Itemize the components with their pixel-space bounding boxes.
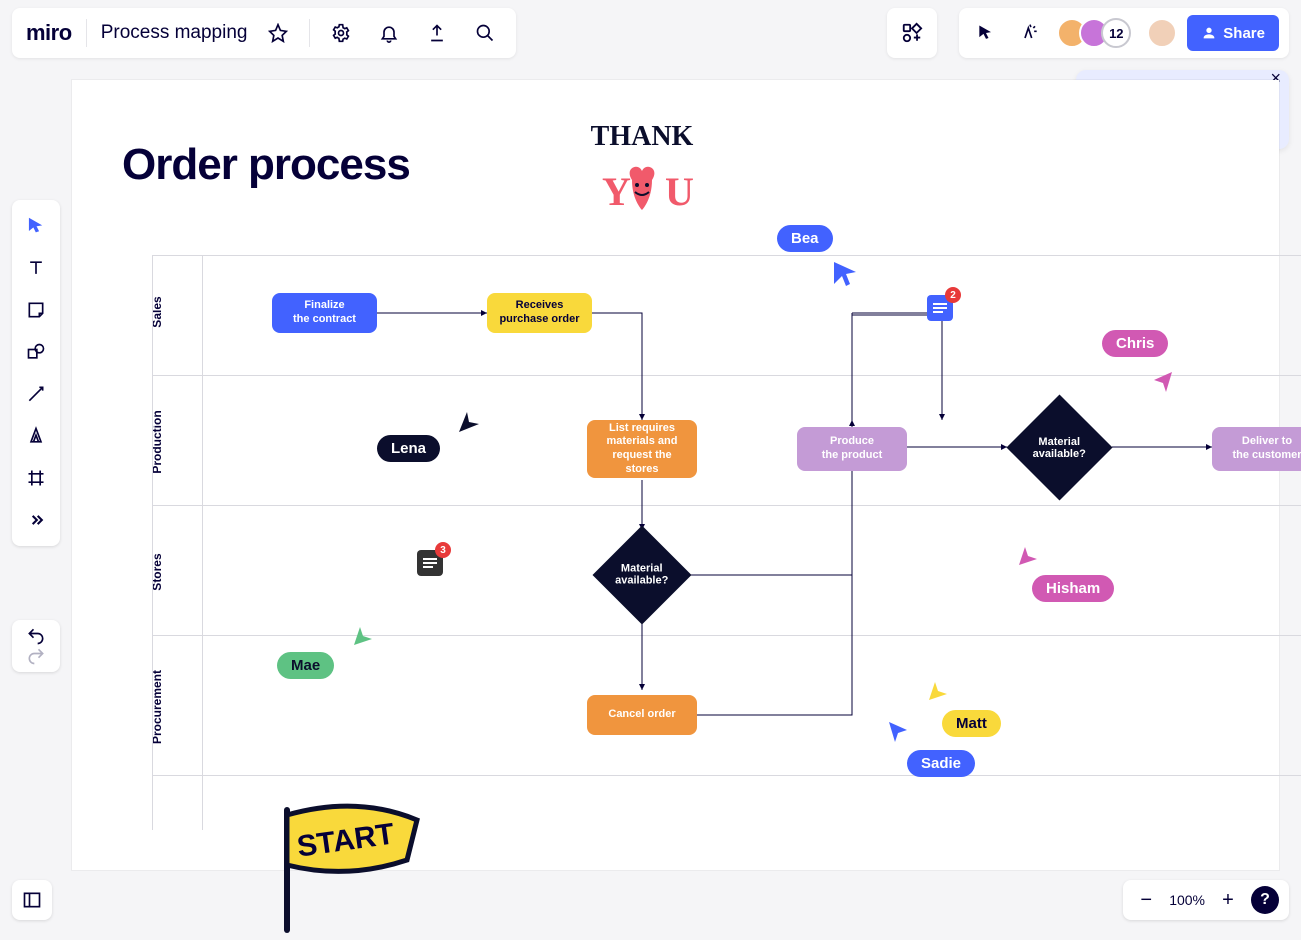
settings-icon[interactable]	[324, 16, 358, 50]
cursor-arrow-icon	[1152, 370, 1174, 392]
zoom-out-button[interactable]: −	[1133, 887, 1159, 913]
cursor-chris: Chris	[1102, 330, 1168, 357]
box-receives[interactable]: Receivespurchase order	[487, 293, 592, 333]
comment-badge[interactable]: 3	[417, 550, 443, 576]
zoom-bar: − 100% + ?	[1123, 880, 1289, 920]
svg-text:Y: Y	[602, 169, 631, 214]
comment-count: 3	[435, 542, 451, 558]
cursor-hisham: Hisham	[1032, 575, 1114, 602]
cursor-icon[interactable]	[969, 16, 1003, 50]
cursor-arrow-icon	[927, 680, 949, 702]
participant-avatars[interactable]: 12	[1057, 18, 1131, 48]
divider	[309, 19, 310, 47]
cursor-arrow-icon	[1017, 545, 1039, 567]
svg-text:U: U	[665, 169, 694, 214]
line-tool[interactable]	[16, 374, 56, 414]
share-button[interactable]: Share	[1187, 15, 1279, 51]
zoom-in-button[interactable]: +	[1215, 887, 1241, 913]
thankyou-sticker[interactable]: THANK Y U	[577, 110, 707, 230]
zoom-level[interactable]: 100%	[1169, 892, 1205, 908]
cursor-sadie: Sadie	[907, 750, 975, 777]
more-tools[interactable]	[16, 500, 56, 540]
comment-count: 2	[945, 287, 961, 303]
apps-icon[interactable]	[887, 8, 937, 58]
cursor-bea: Bea	[777, 225, 833, 252]
canvas[interactable]: Order process THANK Y U Sales Production…	[72, 80, 1279, 870]
cursor-arrow-icon	[352, 625, 374, 647]
share-label: Share	[1223, 25, 1265, 42]
topbar-left: miro Process mapping	[12, 8, 516, 58]
box-cancel[interactable]: Cancel order	[587, 695, 697, 735]
miro-logo[interactable]: miro	[26, 20, 72, 46]
divider	[86, 19, 87, 47]
export-icon[interactable]	[420, 16, 454, 50]
cursor-mae: Mae	[277, 652, 334, 679]
search-icon[interactable]	[468, 16, 502, 50]
comment-badge[interactable]: 2	[927, 295, 953, 321]
frames-panel-button[interactable]	[12, 880, 52, 920]
redo-button[interactable]	[26, 646, 46, 666]
cursor-arrow-icon	[887, 720, 909, 742]
cursor-matt: Matt	[942, 710, 1001, 737]
svg-text:THANK: THANK	[591, 121, 694, 152]
bell-icon[interactable]	[372, 16, 406, 50]
box-produce[interactable]: Producethe product	[797, 427, 907, 471]
left-toolbar	[12, 200, 60, 546]
pen-tool[interactable]	[16, 416, 56, 456]
text-tool[interactable]	[16, 248, 56, 288]
select-tool[interactable]	[16, 206, 56, 246]
user-avatar[interactable]	[1147, 18, 1177, 48]
box-list[interactable]: List requiresmaterials andrequest the st…	[587, 420, 697, 478]
box-finalize[interactable]: Finalizethe contract	[272, 293, 377, 333]
diagram-title[interactable]: Order process	[122, 140, 410, 190]
cursor-arrow-icon	[832, 260, 860, 288]
box-deliver[interactable]: Deliver tothe customer	[1212, 427, 1301, 471]
undo-button[interactable]	[26, 626, 46, 646]
board-title[interactable]: Process mapping	[101, 22, 248, 44]
shape-tool[interactable]	[16, 332, 56, 372]
undo-redo-toolbar	[12, 620, 60, 672]
help-button[interactable]: ?	[1251, 886, 1279, 914]
frame-tool[interactable]	[16, 458, 56, 498]
topbar-right: 12 Share	[959, 8, 1289, 58]
reactions-icon[interactable]	[1013, 16, 1047, 50]
cursor-lena: Lena	[377, 435, 440, 462]
top-bar: miro Process mapping	[12, 8, 1289, 58]
start-flag-sticker[interactable]: START	[267, 800, 427, 940]
cursor-arrow-icon	[457, 410, 481, 434]
sticky-note-tool[interactable]	[16, 290, 56, 330]
participant-count[interactable]: 12	[1101, 18, 1131, 48]
star-icon[interactable]	[261, 16, 295, 50]
